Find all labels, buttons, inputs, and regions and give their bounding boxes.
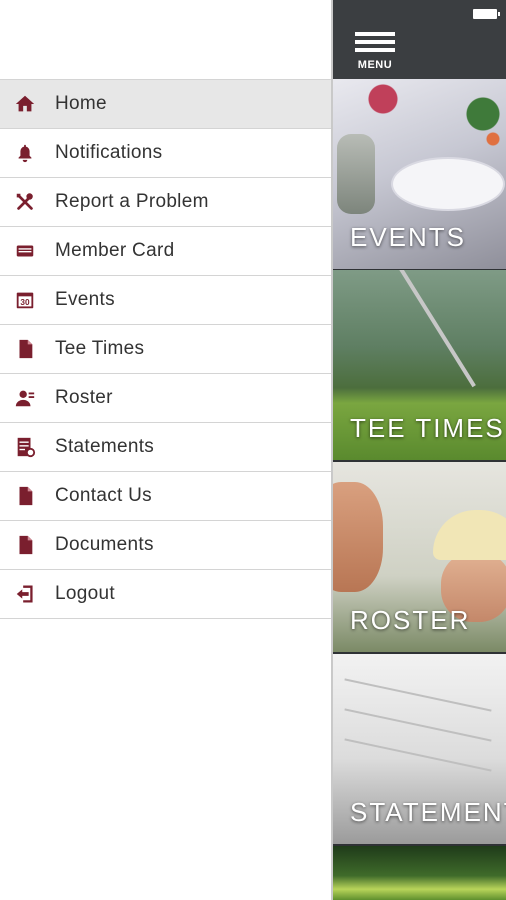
drawer-item-label: Tee Times [55, 338, 145, 359]
home-icon [13, 92, 37, 116]
tile-roster[interactable]: ROSTER [333, 462, 506, 652]
drawer-item-logout[interactable]: Logout [0, 570, 331, 619]
tile-events[interactable]: EVENTS [333, 79, 506, 269]
drawer-item-label: Report a Problem [55, 191, 209, 212]
navigation-drawer: Home Notifications Report a Problem Memb… [0, 0, 331, 900]
drawer-item-report-a-problem[interactable]: Report a Problem [0, 178, 331, 227]
document-icon [13, 533, 37, 557]
drawer-item-label: Events [55, 289, 115, 310]
tile-title: EVENTS [350, 222, 467, 252]
tools-icon [13, 190, 37, 214]
tile-image-cap [433, 510, 506, 560]
tile-image-line [344, 708, 492, 742]
drawer-item-tee-times[interactable]: Tee Times [0, 325, 331, 374]
menu-button-label: MENU [357, 59, 393, 71]
tile-title: ROSTER [350, 605, 471, 635]
tile-image-golf-club [393, 270, 476, 388]
drawer-item-roster[interactable]: Roster [0, 374, 331, 423]
drawer-item-label: Member Card [55, 240, 175, 261]
drawer-item-notifications[interactable]: Notifications [0, 129, 331, 178]
tile-image-person [333, 482, 383, 592]
tile-title: STATEMENTS [350, 797, 506, 827]
document-icon [13, 337, 37, 361]
calendar-icon-number: 30 [20, 298, 30, 307]
person-icon [13, 386, 37, 410]
tile-statements[interactable]: STATEMENTS [333, 654, 506, 844]
document-icon [13, 484, 37, 508]
drawer-item-events[interactable]: 30 Events [0, 276, 331, 325]
drawer-item-label: Home [55, 93, 107, 114]
logout-icon [13, 582, 37, 606]
tile-title: TEE TIMES [350, 413, 505, 443]
drawer-item-contact-us[interactable]: Contact Us [0, 472, 331, 521]
card-icon [13, 239, 37, 263]
drawer-item-label: Contact Us [55, 485, 152, 506]
calendar-icon: 30 [13, 288, 37, 312]
statement-icon [13, 435, 37, 459]
top-bar: MENU [333, 0, 506, 79]
home-panel: MENU EVENTS TEE TIMES ROSTER STATEMENTS [331, 0, 506, 900]
drawer-item-statements[interactable]: Statements [0, 423, 331, 472]
menu-button[interactable]: MENU [355, 32, 395, 72]
drawer-item-member-card[interactable]: Member Card [0, 227, 331, 276]
tile-image-plate [393, 159, 503, 209]
drawer-item-label: Roster [55, 387, 113, 408]
tile-image-glass [337, 134, 375, 214]
tile-tee-times[interactable]: TEE TIMES [333, 270, 506, 460]
drawer-item-label: Notifications [55, 142, 163, 163]
drawer-item-label: Logout [55, 583, 115, 604]
drawer-item-label: Documents [55, 534, 154, 555]
tile-image-line [344, 738, 492, 772]
drawer-menu-list: Home Notifications Report a Problem Memb… [0, 79, 331, 619]
drawer-item-documents[interactable]: Documents [0, 521, 331, 570]
tile-golf-course[interactable] [333, 846, 506, 900]
drawer-item-home[interactable]: Home [0, 79, 331, 129]
tile-image-line [344, 678, 492, 712]
drawer-item-label: Statements [55, 436, 155, 457]
bell-icon [13, 141, 37, 165]
battery-icon [473, 9, 500, 19]
